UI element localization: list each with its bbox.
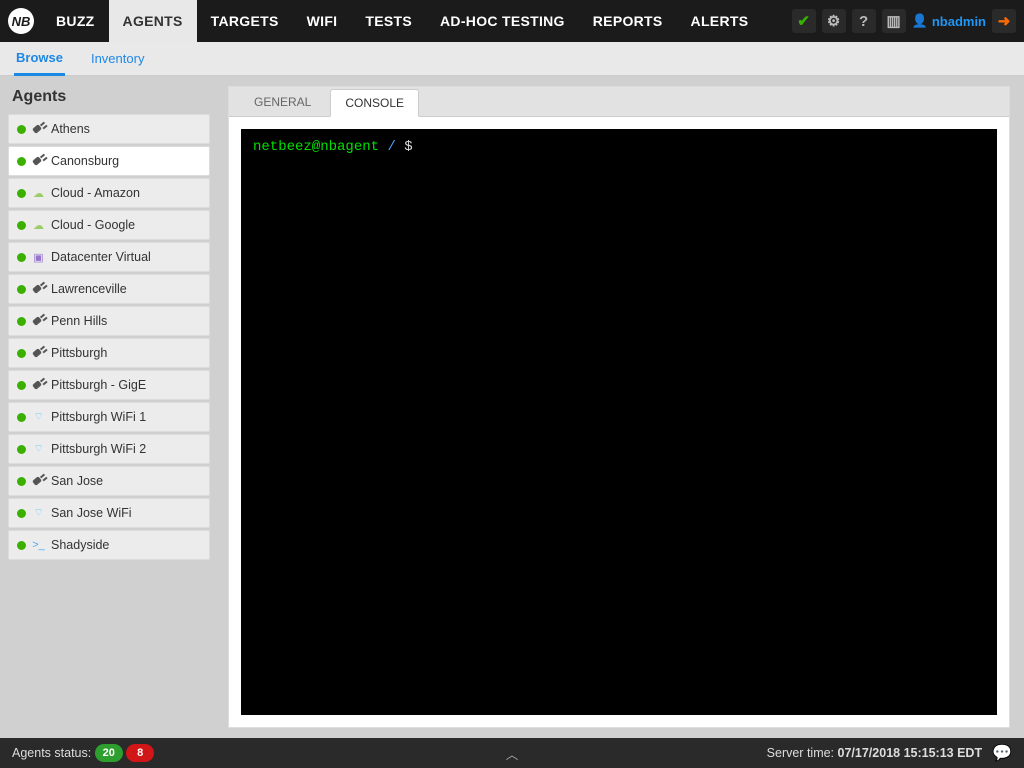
status-dot-icon xyxy=(17,413,26,422)
status-dot-icon xyxy=(17,509,26,518)
agent-name: Lawrenceville xyxy=(51,282,127,296)
wifi-icon: ⌔ xyxy=(32,443,45,456)
agent-name: San Jose WiFi xyxy=(51,506,132,520)
agent-row[interactable]: Penn Hills xyxy=(8,306,210,336)
agent-row[interactable]: Pittsburgh xyxy=(8,338,210,368)
status-dot-icon xyxy=(17,381,26,390)
wifi-icon: ⌔ xyxy=(32,507,45,520)
console-output[interactable]: netbeez@nbagent / $ xyxy=(241,129,997,715)
agent-name: Datacenter Virtual xyxy=(51,250,151,264)
agent-name: Pittsburgh - GigE xyxy=(51,378,146,392)
agent-name: Cloud - Amazon xyxy=(51,186,140,200)
status-ok-icon[interactable]: ✔ xyxy=(792,9,816,33)
agent-row[interactable]: ☁ Cloud - Amazon xyxy=(8,178,210,208)
agent-row[interactable]: Lawrenceville xyxy=(8,274,210,304)
agent-row[interactable]: ⌔ Pittsburgh WiFi 2 xyxy=(8,434,210,464)
subnav-inventory[interactable]: Inventory xyxy=(89,43,146,74)
status-dot-icon xyxy=(17,317,26,326)
status-dot-icon xyxy=(17,125,26,134)
plug-icon xyxy=(32,155,45,168)
console-prompt: $ xyxy=(404,139,412,155)
agent-row[interactable]: Canonsburg xyxy=(8,146,210,176)
agent-name: Penn Hills xyxy=(51,314,107,328)
agents-err-count[interactable]: 8 xyxy=(126,744,154,762)
agent-name: Canonsburg xyxy=(51,154,119,168)
vm-icon: ▣ xyxy=(32,251,45,264)
subnav-browse[interactable]: Browse xyxy=(14,42,65,76)
agent-row[interactable]: ⌔ Pittsburgh WiFi 1 xyxy=(8,402,210,432)
tab-console[interactable]: CONSOLE xyxy=(330,89,419,117)
agent-name: Cloud - Google xyxy=(51,218,135,232)
plug-icon xyxy=(32,315,45,328)
nav-agents[interactable]: AGENTS xyxy=(109,0,197,42)
status-dot-icon xyxy=(17,189,26,198)
status-dot-icon xyxy=(17,541,26,550)
agent-row[interactable]: ▣ Datacenter Virtual xyxy=(8,242,210,272)
nav-ad-hoc-testing[interactable]: AD-HOC TESTING xyxy=(426,0,579,42)
top-nav: NB BUZZAGENTSTARGETSWIFITESTSAD-HOC TEST… xyxy=(0,0,1024,42)
agent-name: Shadyside xyxy=(51,538,109,552)
agent-name: Pittsburgh xyxy=(51,346,107,360)
console-path: / xyxy=(387,139,395,155)
plug-icon xyxy=(32,283,45,296)
agent-row[interactable]: Athens xyxy=(8,114,210,144)
console-user: netbeez@nbagent xyxy=(253,139,379,155)
chevron-up-icon[interactable]: ︿ xyxy=(506,744,519,763)
agents-ok-count[interactable]: 20 xyxy=(95,744,123,762)
tab-general[interactable]: GENERAL xyxy=(239,88,326,116)
user-icon: 👤 xyxy=(912,13,928,29)
nav-tests[interactable]: TESTS xyxy=(351,0,426,42)
logout-icon[interactable]: ➜ xyxy=(992,9,1016,33)
sub-nav: Browse Inventory xyxy=(0,42,1024,76)
agent-row[interactable]: San Jose xyxy=(8,466,210,496)
server-time: 07/17/2018 15:15:13 EDT xyxy=(838,746,983,760)
chat-icon[interactable]: 💬 xyxy=(992,743,1012,763)
status-dot-icon xyxy=(17,157,26,166)
detail-tabs: GENERALCONSOLE xyxy=(229,87,1009,117)
agents-sidebar: Agents Athens Canonsburg ☁ Cloud - Amazon ☁ C… xyxy=(0,76,218,738)
status-dot-icon xyxy=(17,477,26,486)
status-dot-icon xyxy=(17,221,26,230)
agent-name: Pittsburgh WiFi 2 xyxy=(51,442,146,456)
plug-icon xyxy=(32,347,45,360)
plug-icon xyxy=(32,475,45,488)
plug-icon xyxy=(32,379,45,392)
agent-row[interactable]: Pittsburgh - GigE xyxy=(8,370,210,400)
sidebar-title: Agents xyxy=(12,88,206,106)
agent-name: San Jose xyxy=(51,474,103,488)
nav-targets[interactable]: TARGETS xyxy=(197,0,293,42)
plug-icon xyxy=(32,123,45,136)
status-dot-icon xyxy=(17,285,26,294)
nav-wifi[interactable]: WIFI xyxy=(293,0,352,42)
username: nbadmin xyxy=(932,14,986,29)
status-dot-icon xyxy=(17,349,26,358)
gear-icon[interactable]: ⚙ xyxy=(822,9,846,33)
status-bar: Agents status: 20 8 ︿ Server time: 07/17… xyxy=(0,738,1024,768)
nav-buzz[interactable]: BUZZ xyxy=(42,0,109,42)
agent-row[interactable]: >_ Shadyside xyxy=(8,530,210,560)
status-dot-icon xyxy=(17,253,26,262)
book-icon[interactable]: ▥ xyxy=(882,9,906,33)
help-icon[interactable]: ? xyxy=(852,9,876,33)
cloud-icon: ☁ xyxy=(32,219,45,232)
nav-reports[interactable]: REPORTS xyxy=(579,0,677,42)
server-time-label: Server time: xyxy=(767,746,834,760)
wifi-icon: ⌔ xyxy=(32,411,45,424)
cloud-icon: ☁ xyxy=(32,187,45,200)
agent-row[interactable]: ☁ Cloud - Google xyxy=(8,210,210,240)
brand-logo[interactable]: NB xyxy=(0,0,42,42)
user-menu[interactable]: 👤 nbadmin xyxy=(912,13,986,29)
nav-alerts[interactable]: ALERTS xyxy=(677,0,763,42)
term-icon: >_ xyxy=(32,539,45,552)
agent-row[interactable]: ⌔ San Jose WiFi xyxy=(8,498,210,528)
logo-icon: NB xyxy=(8,8,34,34)
status-dot-icon xyxy=(17,445,26,454)
agent-name: Pittsburgh WiFi 1 xyxy=(51,410,146,424)
agents-status-label: Agents status: xyxy=(12,746,91,760)
main-panel: GENERALCONSOLE netbeez@nbagent / $ xyxy=(218,76,1024,738)
agent-name: Athens xyxy=(51,122,90,136)
